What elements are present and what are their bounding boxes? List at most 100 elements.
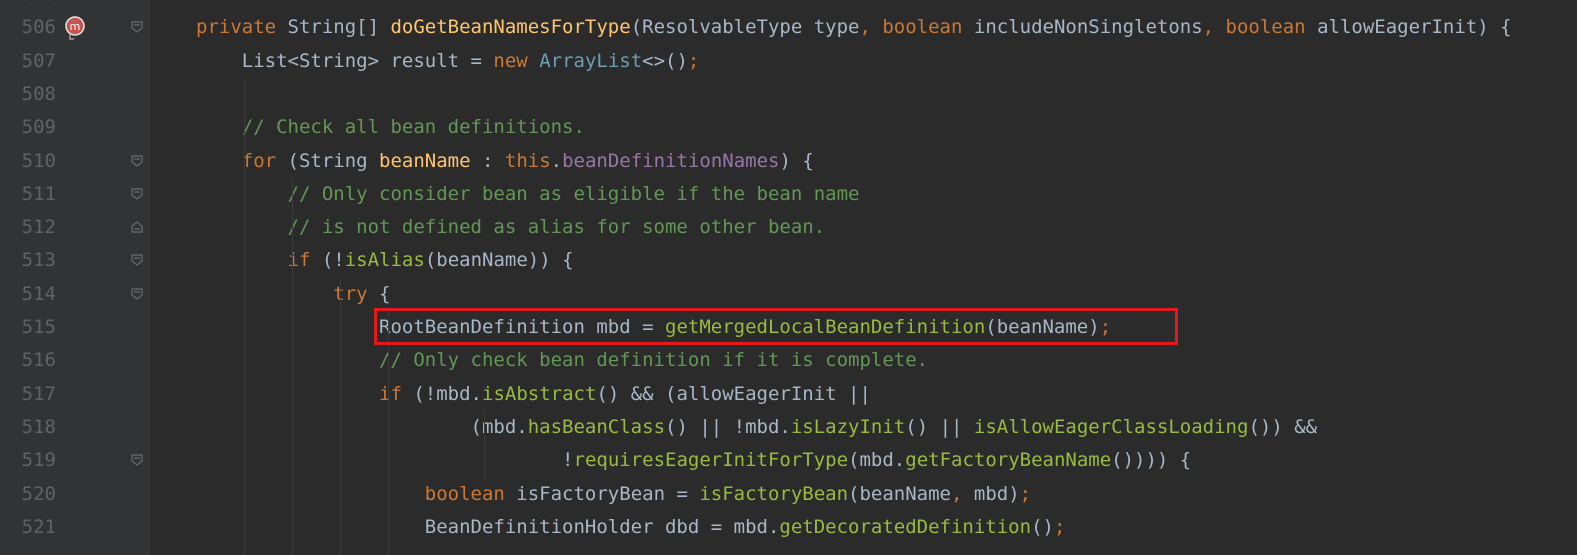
fold-marker-icon[interactable] [130, 20, 144, 34]
code-line[interactable]: 511 // Only consider bean as eligible if… [0, 178, 1577, 211]
code-line[interactable]: 509 // Check all bean definitions. [0, 111, 1577, 144]
code-line[interactable]: 513 if (!isAlias(beanName)) { [0, 244, 1577, 277]
code-token: ()) && [1248, 415, 1318, 438]
code-text: for (String beanName : this.beanDefiniti… [196, 145, 814, 178]
code-line[interactable]: 521 BeanDefinitionHolder dbd = mbd.getDe… [0, 511, 1577, 544]
fold-marker-icon[interactable] [130, 154, 144, 168]
indent-guide [292, 178, 293, 555]
line-number: 516 [21, 349, 56, 372]
code-token: // Only consider bean as eligible if the… [196, 182, 860, 205]
code-line[interactable]: 520 boolean isFactoryBean = isFactoryBea… [0, 478, 1577, 511]
code-token: (mbd. [196, 415, 528, 438]
code-token: String[] [276, 16, 391, 39]
code-token: , [859, 16, 883, 39]
code-token: beanDefinitionNames [562, 149, 780, 172]
code-line[interactable]: 519 !requiresEagerInitForType(mbd.getFac… [0, 444, 1577, 477]
code-token: isFactoryBean [699, 482, 849, 505]
code-token: ) { [779, 149, 814, 172]
code-token: <>() [642, 49, 688, 72]
code-line[interactable]: 516 // Only check bean definition if it … [0, 344, 1577, 377]
code-token: ; [687, 49, 700, 72]
code-text: // is not defined as alias for some othe… [196, 211, 826, 244]
line-number: 507 [21, 49, 56, 72]
code-token: (String [276, 149, 380, 172]
code-token: () || !mbd. [665, 415, 791, 438]
fold-marker-icon[interactable] [130, 287, 144, 301]
code-line[interactable]: 505 [0, 0, 1577, 11]
code-text: !requiresEagerInitForType(mbd.getFactory… [196, 444, 1191, 477]
code-token: allowEagerInit) { [1305, 16, 1512, 39]
code-token: // Only check bean definition if it is c… [196, 349, 929, 372]
code-line[interactable]: 510 for (String beanName : this.beanDefi… [0, 145, 1577, 178]
code-token: requiresEagerInitForType [573, 449, 849, 472]
code-token: (beanName)) { [424, 249, 574, 272]
code-editor[interactable]: 505 506 m private String[] doGetBeanNamesFo… [0, 0, 1577, 555]
code-token: BeanDefinitionHolder dbd = mbd. [196, 515, 780, 538]
fold-marker-icon[interactable] [130, 253, 144, 267]
line-number: 508 [21, 82, 56, 105]
code-token: boolean [424, 482, 505, 505]
line-number: 512 [21, 216, 56, 239]
code-token: this [504, 149, 551, 172]
code-line[interactable]: 506 m private String[] doGetBeanNamesForTy… [0, 11, 1577, 44]
method-override-icon[interactable]: m [64, 15, 90, 41]
line-number: 520 [21, 482, 56, 505]
code-token: ()))) { [1111, 449, 1192, 472]
code-token: isLazyInit [790, 415, 906, 438]
indent-guide [388, 310, 389, 555]
code-text: if (!mbd.isAbstract() && (allowEagerInit… [196, 378, 871, 411]
code-text: // Only check bean definition if it is c… [196, 344, 928, 377]
fold-marker-icon[interactable] [130, 220, 144, 234]
code-token: { [367, 282, 391, 305]
line-number: 521 [21, 515, 56, 538]
code-token: // is not defined as alias for some othe… [196, 216, 826, 239]
code-token: List<String> result = [196, 49, 494, 72]
code-token: beanName [379, 149, 471, 172]
code-token: ArrayList [539, 49, 643, 72]
line-number: 511 [21, 182, 56, 205]
line-number: 514 [21, 282, 56, 305]
code-token: (! [310, 249, 345, 272]
code-text: boolean isFactoryBean = isFactoryBean(be… [196, 478, 1031, 511]
code-token: () && (allowEagerInit || [596, 382, 871, 405]
line-number: 505 [0, 0, 56, 11]
code-token: try [333, 282, 368, 305]
code-token: isFactoryBean = [504, 482, 700, 505]
code-token: doGetBeanNamesForType [390, 16, 631, 39]
code-token: . [550, 149, 563, 172]
code-token: , [951, 482, 974, 505]
fold-marker-icon[interactable] [130, 453, 144, 467]
line-number: 506 [21, 16, 56, 39]
code-token: ! [196, 449, 574, 472]
code-token: // Check all bean definitions. [196, 116, 585, 139]
svg-text:m: m [70, 20, 81, 33]
code-token: (beanName [848, 482, 951, 505]
line-number: 518 [21, 415, 56, 438]
fold-marker-icon[interactable] [130, 187, 144, 201]
code-text: BeanDefinitionHolder dbd = mbd.getDecora… [196, 511, 1066, 544]
code-token: boolean [882, 16, 963, 39]
code-token: isAllowEagerClassLoading [973, 415, 1249, 438]
code-text: private String[] doGetBeanNamesForType(R… [196, 11, 1512, 44]
line-number: 517 [21, 382, 56, 405]
code-token: private [196, 16, 277, 39]
code-token: new [493, 49, 528, 72]
code-line[interactable]: 507 List<String> result = new ArrayList<… [0, 45, 1577, 78]
code-line[interactable]: 518 (mbd.hasBeanClass() || !mbd.isLazyIn… [0, 411, 1577, 444]
highlight-box [374, 308, 1178, 345]
code-token: boolean [1225, 16, 1306, 39]
code-token: : [470, 149, 505, 172]
code-token: hasBeanClass [527, 415, 666, 438]
code-line[interactable]: 508 [0, 78, 1577, 111]
code-text: List<String> result = new ArrayList<>(); [196, 45, 700, 78]
code-line[interactable]: 512 // is not defined as alias for some … [0, 211, 1577, 244]
code-token: getDecoratedDefinition [779, 515, 1032, 538]
code-token: ; [1053, 515, 1066, 538]
code-text: // Only consider bean as eligible if the… [196, 178, 860, 211]
code-line[interactable]: 514 try { [0, 278, 1577, 311]
code-line[interactable]: 517 if (!mbd.isAbstract() && (allowEager… [0, 378, 1577, 411]
line-number: 509 [21, 116, 56, 139]
